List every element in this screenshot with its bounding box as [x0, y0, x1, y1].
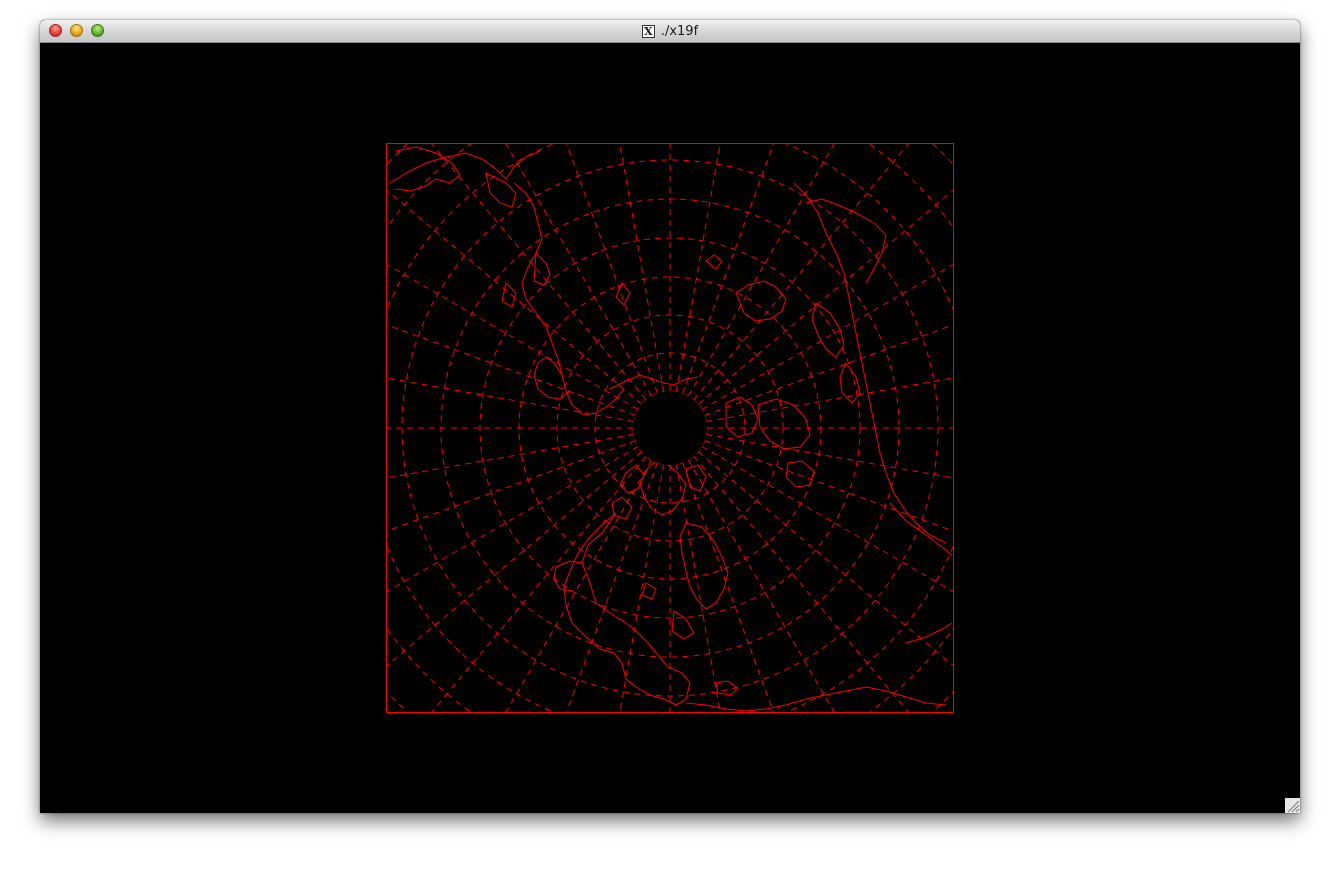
app-window: X ./x19f	[40, 20, 1300, 813]
coastline-path	[805, 198, 887, 284]
meridian-line	[430, 456, 647, 713]
coastline-path	[609, 374, 699, 390]
coastline-path	[705, 254, 723, 270]
title-bar[interactable]: X ./x19f	[40, 20, 1300, 43]
coastline-path	[685, 464, 707, 492]
coastline-path	[671, 610, 695, 640]
coastline-path	[563, 512, 691, 706]
coastline-path	[785, 460, 815, 488]
pole-hole	[633, 391, 707, 465]
coastline-path	[889, 502, 953, 556]
meridian-line	[698, 451, 954, 667]
meridian-line	[698, 189, 954, 405]
meridian-line	[682, 462, 775, 713]
coastline-path	[395, 146, 461, 192]
coastline-path	[679, 522, 729, 610]
coastline-path	[389, 150, 541, 184]
coastline-path	[501, 282, 517, 308]
meridian-line	[386, 451, 642, 667]
meridian-line	[565, 143, 658, 394]
meridian-line	[704, 440, 954, 532]
coastline-path	[641, 582, 657, 600]
coastline-path	[839, 361, 861, 404]
coastline-path	[757, 398, 811, 450]
polar-map	[386, 143, 954, 713]
window-title: X ./x19f	[40, 20, 1300, 42]
resize-grip-icon[interactable]	[1285, 798, 1300, 813]
meridian-line	[693, 143, 910, 400]
meridian-line	[693, 456, 910, 713]
coastline-path	[611, 496, 633, 520]
meridian-line	[430, 143, 647, 400]
plot-canvas	[40, 43, 1300, 813]
coastline-path	[619, 464, 645, 494]
coastline-path	[735, 280, 787, 322]
coastline-path	[905, 622, 953, 644]
window-title-text: ./x19f	[660, 23, 699, 39]
meridian-line	[386, 189, 642, 405]
x11-icon: X	[641, 24, 655, 38]
meridian-line	[386, 324, 636, 416]
coastline-path	[793, 182, 947, 544]
coastline-path	[533, 356, 571, 400]
coastline-path	[485, 172, 517, 208]
